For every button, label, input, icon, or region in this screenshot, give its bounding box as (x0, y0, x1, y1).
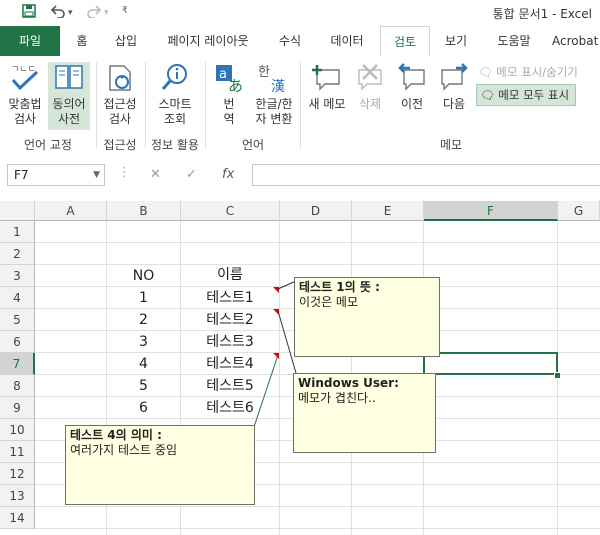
save-icon[interactable] (22, 4, 36, 22)
note-author: 테스트 4의 의미 : (70, 428, 162, 442)
show-hide-comment-button[interactable]: 🗨 메모 표시/숨기기 (478, 64, 578, 80)
thesaurus-label-1: 동의어 (52, 97, 86, 111)
previous-comment-button[interactable]: 이전 (392, 62, 432, 112)
svg-text:漢: 漢 (271, 79, 285, 94)
tab-home[interactable]: 홈 (66, 26, 98, 56)
next-label: 다음 (442, 97, 466, 111)
note-text: 이것은 메모 (299, 295, 359, 309)
spelling-button[interactable]: ㄱㄴㄷ 맞춤법 검사 (4, 62, 46, 127)
name-box-dropdown-icon[interactable]: ▼ (93, 165, 100, 185)
undo-icon[interactable] (50, 4, 66, 22)
redo-dropdown-icon[interactable]: ▾ (104, 8, 109, 18)
show-hide-comment-icon: 🗨 (478, 65, 493, 79)
new-comment-icon (312, 65, 340, 91)
smart-lookup-icon (161, 64, 187, 90)
thesaurus-button[interactable]: 동의어 사전 (48, 62, 90, 130)
tab-help[interactable]: 도움말 (488, 26, 540, 56)
comment-note-c5[interactable]: Windows User: 메모가 겹친다.. (293, 373, 436, 453)
tab-file[interactable]: 파일 (0, 26, 60, 56)
translate-label-1: 번 (223, 97, 235, 111)
tab-page-layout[interactable]: 페이지 레이아웃 (158, 26, 258, 56)
undo-dropdown-icon[interactable]: ▾ (68, 8, 73, 18)
hanja-label-2: 자 변환 (255, 112, 293, 126)
accessibility-check-button[interactable]: 접근성 검사 (98, 62, 142, 127)
show-hide-label: 메모 표시/숨기기 (496, 65, 578, 79)
accessibility-icon (109, 65, 131, 91)
formula-bar-grip-icon: ⋮ (118, 165, 131, 180)
title-bar: ▾ ▾ ₹ 통합 문서1 - Excel (0, 0, 600, 26)
worksheet-grid[interactable]: A B C D E F G 1 2 3 4 5 6 7 8 9 10 11 12… (0, 201, 600, 535)
note-author: Windows User: (298, 376, 399, 390)
svg-text:あ: あ (228, 77, 243, 94)
accessibility-label-2: 검사 (108, 112, 132, 126)
tab-review[interactable]: 검토 (380, 26, 430, 56)
smart-lookup-label-2: 조회 (163, 112, 187, 126)
ribbon-tabs: 파일 홈 삽입 페이지 레이아웃 수식 데이터 검토 보기 도움말 Acroba… (0, 26, 600, 57)
tab-formulas[interactable]: 수식 (272, 26, 308, 56)
name-box-value: F7 (14, 168, 29, 182)
next-comment-icon (441, 63, 468, 91)
next-comment-button[interactable]: 다음 (434, 62, 474, 112)
name-box[interactable]: F7 ▼ (7, 164, 105, 186)
previous-comment-icon (398, 63, 425, 91)
translate-button[interactable]: aあ 번 역 (210, 62, 248, 127)
translate-icon: aあ (216, 65, 243, 94)
svg-text:한: 한 (258, 65, 270, 80)
svg-text:a: a (219, 67, 227, 82)
comment-note-c4[interactable]: 테스트 1의 뜻 : 이것은 메모 (294, 277, 440, 357)
cancel-icon[interactable]: ✕ (150, 167, 161, 182)
show-all-comments-icon: 🗨 (480, 88, 495, 102)
group-comments-label: 메모 (439, 138, 463, 152)
group-accessibility-label: 접근성 (103, 138, 137, 152)
note-author: 테스트 1의 뜻 : (299, 280, 380, 294)
spelling-label-1: 맞춤법 (8, 97, 42, 111)
show-all-label: 메모 모두 표시 (498, 88, 570, 102)
group-insights-label: 정보 활용 (151, 138, 199, 152)
svg-text:ㄱㄴㄷ: ㄱㄴㄷ (11, 65, 36, 75)
smart-lookup-label-1: 스마트 (158, 97, 192, 111)
tab-acrobat[interactable]: Acrobat (552, 26, 600, 56)
delete-comment-button[interactable]: 삭제 (350, 62, 390, 112)
redo-icon[interactable] (86, 4, 102, 22)
tab-view[interactable]: 보기 (438, 26, 474, 56)
previous-label: 이전 (400, 97, 424, 111)
spelling-label-2: 검사 (13, 112, 37, 126)
formula-input[interactable] (252, 164, 600, 186)
insert-function-button[interactable]: fx (222, 167, 234, 182)
delete-comment-icon (358, 64, 382, 91)
hanja-convert-button[interactable]: 한漢 한글/한 자 변환 (250, 62, 298, 127)
show-all-comments-button[interactable]: 🗨 메모 모두 표시 (476, 84, 577, 106)
spelling-check-icon: ㄱㄴㄷ (11, 65, 39, 91)
enter-icon[interactable]: ✓ (186, 167, 197, 182)
accessibility-label-1: 접근성 (103, 97, 137, 111)
new-comment-button[interactable]: 새 메모 (304, 62, 350, 112)
new-comment-label: 새 메모 (308, 97, 346, 111)
formula-bar: F7 ▼ ⋮ ✕ ✓ fx (0, 153, 600, 201)
smart-lookup-button[interactable]: 스마트 조회 (150, 62, 200, 127)
book-icon (55, 65, 83, 89)
tab-data[interactable]: 데이터 (322, 26, 372, 56)
customize-qat-icon[interactable]: ₹ (122, 6, 128, 16)
hanja-label-1: 한글/한 (255, 97, 293, 111)
group-language-label: 언어 (241, 138, 265, 152)
translate-label-2: 역 (223, 112, 235, 126)
ribbon: ㄱㄴㄷ 맞춤법 검사 동의어 사전 언어 교정 접근성 검사 접근성 스마트 조… (0, 56, 600, 154)
tab-insert[interactable]: 삽입 (108, 26, 144, 56)
thesaurus-label-2: 사전 (57, 112, 81, 126)
hanja-icon: 한漢 (258, 65, 285, 94)
group-proofing-label: 언어 교정 (24, 138, 72, 152)
window-title: 통합 문서1 - Excel (492, 7, 592, 21)
comment-note-c7[interactable]: 테스트 4의 의미 : 여러가지 테스트 중임 (65, 425, 255, 505)
note-text: 여러가지 테스트 중임 (70, 443, 177, 457)
note-text: 메모가 겹친다.. (298, 391, 376, 405)
group-separator (300, 62, 301, 148)
delete-label: 삭제 (358, 97, 382, 111)
